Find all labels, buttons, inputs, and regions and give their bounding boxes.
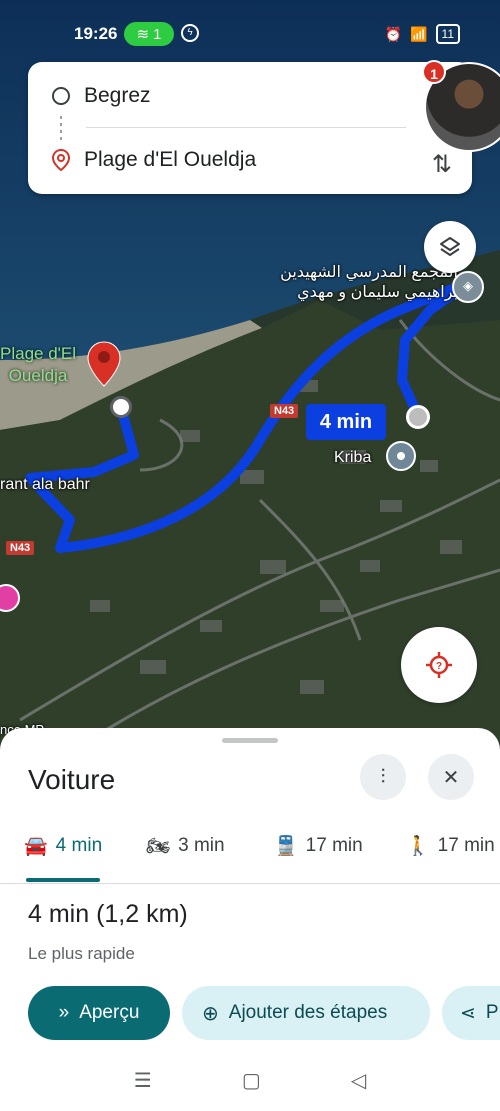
tab-transit-label: 17 min (305, 835, 363, 856)
preview-button[interactable]: » Aperçu (28, 986, 170, 1040)
school-icon[interactable]: ◈ (452, 271, 484, 303)
road-tag-n43-upper: N43 (270, 404, 299, 418)
fields-divider (86, 127, 406, 128)
route-duration-distance: 4 min (1,2 km) (28, 900, 188, 928)
tab-transit[interactable]: 🚆 17 min (274, 834, 363, 858)
destination-row[interactable]: Plage d'El Oueldja (52, 148, 256, 172)
tab-walk-label: 17 min (437, 835, 495, 856)
road-tag-n43-lower: N43 (6, 541, 35, 555)
signal-icon: 📶 (410, 25, 428, 42)
sliders-icon: ⫶ (380, 765, 386, 788)
route-end-marker (110, 396, 132, 418)
add-location-icon: ⊕ (202, 1002, 219, 1025)
train-icon: 🚆 (274, 836, 298, 857)
route-time-chip[interactable]: 4 min (306, 404, 386, 440)
svg-text:?: ? (436, 661, 442, 672)
swap-directions-icon[interactable]: ⇅ (432, 150, 452, 179)
car-icon: 🚘 (24, 836, 48, 857)
double-chevron-icon: » (58, 1002, 70, 1023)
town-label: Kriba (334, 449, 372, 466)
wifi-count: 1 (153, 25, 162, 43)
add-stops-button[interactable]: ⊕ Ajouter des étapes (182, 986, 430, 1040)
layers-icon (440, 237, 460, 256)
back-icon[interactable]: ◁ (351, 1068, 366, 1093)
sheet-drag-handle[interactable] (222, 738, 278, 743)
school-label: المجمع المدرسي الشهيدين براهيمي سليمان و… (266, 262, 458, 302)
status-bar: 19:26 ≋ 1 ϟ ⏰ 📶 11 (0, 0, 500, 60)
directions-card: Begrez Plage d'El Oueldja ⇅ (28, 62, 472, 194)
beach-label: Plage d'El Oueldja (0, 343, 76, 387)
route-dots (60, 116, 62, 142)
school-label-line2: براهيمي سليمان و مهدي (297, 284, 458, 301)
add-stops-label: Ajouter des étapes (228, 1002, 388, 1023)
notification-badge: 1 (422, 60, 446, 84)
recents-icon[interactable]: ☰ (134, 1068, 152, 1093)
location-unknown-icon: ? (426, 652, 452, 678)
status-time: 19:26 (74, 24, 118, 43)
share-label: P (485, 1002, 499, 1023)
home-icon[interactable]: ▢ (242, 1068, 261, 1093)
close-icon: ✕ (442, 766, 460, 789)
route-start-marker (406, 405, 430, 429)
origin-field[interactable]: Begrez (84, 84, 151, 108)
tab-walk[interactable]: 🚶 17 min (406, 834, 495, 858)
share-button[interactable]: ⋖ P (442, 986, 500, 1040)
close-button[interactable]: ✕ (428, 754, 474, 800)
share-icon: ⋖ (460, 1002, 476, 1024)
layers-button[interactable] (424, 221, 476, 273)
origin-circle-icon (52, 87, 70, 105)
tab-car-label: 4 min (55, 835, 103, 856)
alarm-icon: ⏰ (384, 25, 403, 42)
system-nav-bar: ☰ ▢ ◁ (0, 1050, 500, 1111)
wifi-hotspot-pill: ≋ 1 (124, 22, 174, 46)
travel-mode-tabs: 🚘 4 min 🏍 3 min 🚆 17 min 🚶 17 min (0, 828, 500, 882)
walk-icon: 🚶 (406, 836, 430, 857)
restaurant-label: rant ala bahr (0, 476, 90, 493)
sheet-title: Voiture (28, 764, 116, 795)
town-pin-icon[interactable] (386, 441, 416, 471)
messenger-icon: ϟ (181, 24, 199, 42)
my-location-button[interactable]: ? (401, 627, 477, 703)
beach-label-text: Plage d'El Oueldja (0, 344, 77, 385)
route-note: Le plus rapide (28, 944, 135, 963)
destination-field[interactable]: Plage d'El Oueldja (84, 148, 256, 172)
destination-pin-icon[interactable] (86, 340, 122, 390)
modes-divider (0, 883, 500, 884)
origin-row[interactable]: Begrez (52, 84, 151, 108)
motorcycle-icon: 🏍 (146, 836, 171, 857)
battery-level: 11 (435, 24, 460, 44)
destination-pin-outline-icon (52, 149, 70, 171)
school-label-line1: المجمع المدرسي الشهيدين (280, 264, 458, 281)
active-tab-indicator (26, 878, 100, 882)
route-options-button[interactable]: ⫶ (360, 754, 406, 800)
tab-car[interactable]: 🚘 4 min (24, 834, 102, 858)
status-right: ⏰ 📶 11 (385, 24, 460, 44)
wifi-icon: ≋ (136, 26, 150, 43)
tab-motorcycle-label: 3 min (178, 835, 225, 856)
tab-motorcycle[interactable]: 🏍 3 min (146, 834, 225, 858)
preview-label: Aperçu (79, 1002, 140, 1023)
